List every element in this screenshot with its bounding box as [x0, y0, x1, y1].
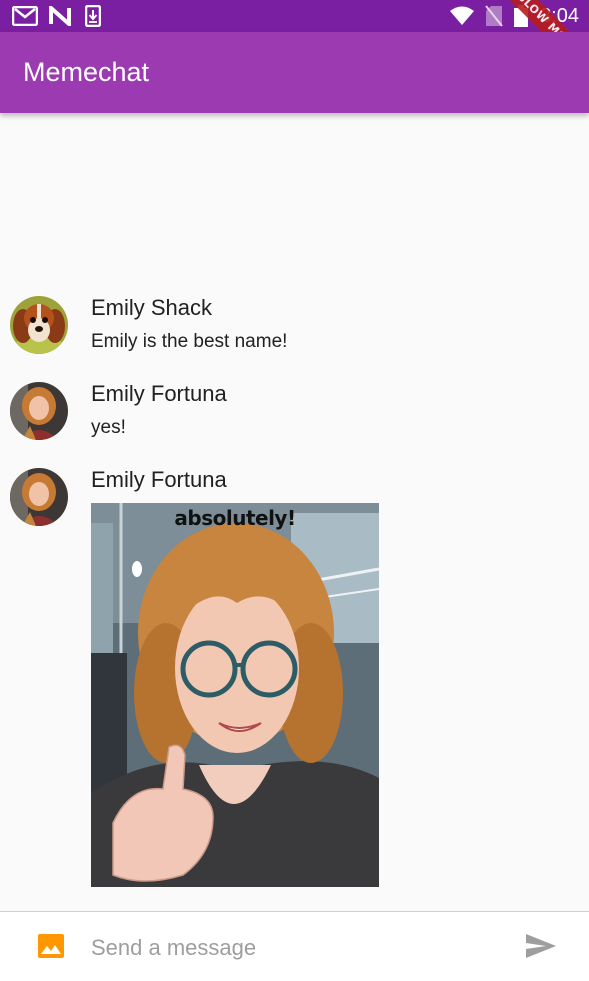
sender-name: Emily Fortuna [91, 381, 227, 406]
no-sim-icon [484, 5, 504, 27]
message-item: Emily Shack Emily is the best name! [0, 294, 589, 374]
message-input[interactable] [91, 934, 491, 962]
app-title: Memechat [23, 57, 150, 87]
photo-caption: absolutely! [174, 506, 296, 530]
wifi-icon [449, 5, 475, 27]
message-text: yes! [91, 417, 126, 438]
app-bar: Memechat [0, 32, 589, 113]
person-avatar [10, 382, 68, 440]
thumbs-up-selfie-photo[interactable]: absolutely! [91, 503, 379, 887]
message-item: Emily Fortuna yes! [0, 380, 589, 460]
image-button[interactable] [28, 928, 74, 968]
status-bar: 3:04 [0, 0, 589, 32]
dog-avatar [10, 296, 68, 354]
message-item: Emily Fortuna absolutely! [0, 466, 589, 896]
send-icon [524, 932, 558, 965]
n-app-icon [48, 5, 72, 27]
sender-name: Emily Shack [91, 295, 213, 320]
person-avatar [10, 468, 68, 526]
gmail-icon [12, 5, 38, 27]
send-button[interactable] [518, 930, 564, 966]
sender-name: Emily Fortuna [91, 467, 227, 492]
message-list[interactable]: Emily Shack Emily is the best name! Emil… [0, 113, 589, 911]
download-icon [84, 5, 102, 27]
message-composer [0, 911, 589, 981]
image-icon [37, 933, 65, 964]
message-text: Emily is the best name! [91, 331, 288, 352]
